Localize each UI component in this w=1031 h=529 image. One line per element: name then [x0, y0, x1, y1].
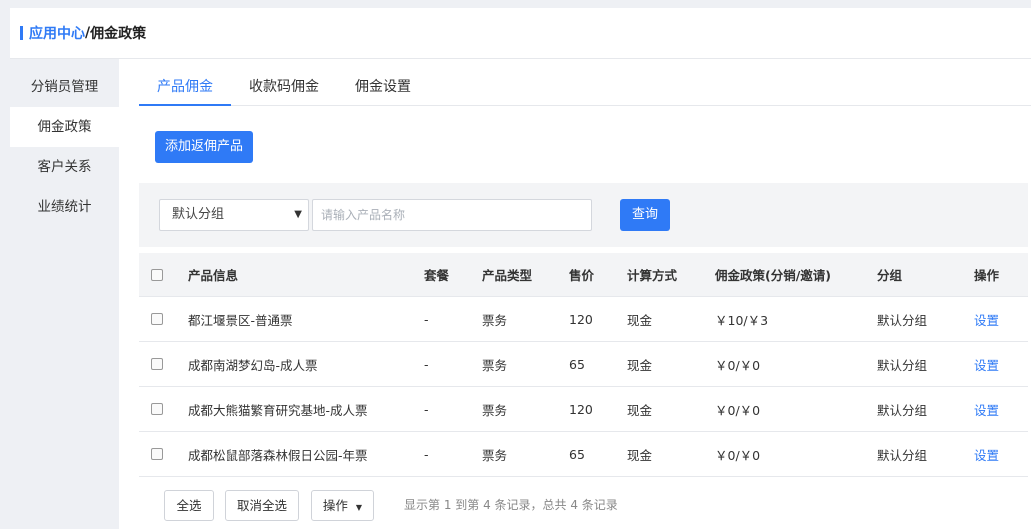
breadcrumb-parent[interactable]: 应用中心	[29, 23, 85, 43]
tab-product-commission[interactable]: 产品佣金	[139, 68, 231, 106]
row-settings-link[interactable]: 设置	[974, 432, 999, 476]
header-commission-policy: 佣金政策(分销/邀请)	[715, 268, 831, 283]
cell-price: 120	[569, 401, 593, 417]
group-select-value: 默认分组	[172, 207, 225, 222]
cell-commission: ￥0/￥0	[715, 447, 761, 463]
cell-calc-method: 现金	[627, 312, 653, 328]
cell-product-type: 票务	[482, 357, 508, 373]
pagination-summary: 显示第 1 到第 4 条记录，总共 4 条记录	[404, 498, 618, 512]
row-checkbox[interactable]	[151, 448, 163, 460]
table-row: 成都南湖梦幻岛-成人票 - 票务 65 现金 ￥0/￥0 默认分组 设置	[139, 342, 1028, 387]
deselect-all-button[interactable]: 取消全选	[225, 490, 299, 521]
cell-commission: ￥10/￥3	[715, 312, 769, 328]
sidebar: 分销员管理 佣金政策 客户关系 业绩统计	[10, 59, 119, 529]
query-button[interactable]: 查询	[620, 199, 670, 231]
cell-group: 默认分组	[877, 312, 928, 328]
cell-calc-method: 现金	[627, 357, 653, 373]
header-product-info: 产品信息	[188, 268, 239, 283]
sidebar-item-customer-relations[interactable]: 客户关系	[10, 147, 119, 187]
cell-group: 默认分组	[877, 447, 928, 463]
filter-bar: 默认分组 ▼ 查询	[139, 183, 1028, 247]
cell-product-type: 票务	[482, 402, 508, 418]
cell-product-name: 成都南湖梦幻岛-成人票	[188, 357, 318, 373]
product-table: 产品信息 套餐 产品类型 售价 计算方式 佣金政策(分销/邀请) 分组 操作 都…	[139, 253, 1028, 477]
sidebar-item-commission-policy[interactable]: 佣金政策	[10, 107, 119, 147]
header-package: 套餐	[424, 268, 450, 283]
caret-down-icon: ▼	[355, 503, 363, 512]
row-checkbox[interactable]	[151, 358, 163, 370]
cell-product-type: 票务	[482, 312, 508, 328]
cell-package: -	[424, 446, 429, 462]
row-checkbox[interactable]	[151, 403, 163, 415]
row-checkbox-cell	[151, 387, 163, 431]
sidebar-item-performance-stats[interactable]: 业绩统计	[10, 187, 119, 227]
header-product-type: 产品类型	[482, 268, 533, 283]
cell-price: 65	[569, 446, 585, 462]
cell-product-name: 成都松鼠部落森林假日公园-年票	[188, 447, 368, 463]
group-select[interactable]: 默认分组 ▼	[159, 199, 309, 231]
table-header-row: 产品信息 套餐 产品类型 售价 计算方式 佣金政策(分销/邀请) 分组 操作	[139, 253, 1028, 297]
select-all-checkbox[interactable]	[151, 268, 163, 281]
cell-package: -	[424, 356, 429, 372]
cell-calc-method: 现金	[627, 402, 653, 418]
row-settings-link[interactable]: 设置	[974, 387, 999, 431]
cell-product-name: 成都大熊猫繁育研究基地-成人票	[188, 402, 368, 418]
cell-price: 120	[569, 311, 593, 327]
table-row: 成都大熊猫繁育研究基地-成人票 - 票务 120 现金 ￥0/￥0 默认分组 设…	[139, 387, 1028, 432]
row-checkbox-cell	[151, 297, 163, 341]
cell-group: 默认分组	[877, 402, 928, 418]
operations-dropdown-button[interactable]: 操作 ▼	[311, 490, 374, 521]
header-price: 售价	[569, 268, 595, 283]
product-search-input[interactable]	[312, 199, 592, 231]
add-commission-product-button[interactable]: 添加返佣产品	[155, 131, 253, 163]
select-all-button[interactable]: 全选	[164, 490, 214, 521]
breadcrumb-marker	[20, 26, 23, 40]
tab-bar: 产品佣金 收款码佣金 佣金设置	[139, 68, 1031, 106]
table-row: 成都松鼠部落森林假日公园-年票 - 票务 65 现金 ￥0/￥0 默认分组 设置	[139, 432, 1028, 477]
row-checkbox-cell	[151, 432, 163, 476]
header-group: 分组	[877, 268, 903, 283]
cell-calc-method: 现金	[627, 447, 653, 463]
app-frame: 应用中心 / 佣金政策 分销员管理 佣金政策 客户关系 业绩统计 产品佣金 收款…	[10, 8, 1031, 529]
cell-package: -	[424, 311, 429, 327]
cell-commission: ￥0/￥0	[715, 402, 761, 418]
row-settings-link[interactable]: 设置	[974, 342, 999, 386]
sidebar-item-distributor-management[interactable]: 分销员管理	[10, 67, 119, 107]
cell-group: 默认分组	[877, 357, 928, 373]
header-checkbox-cell	[151, 253, 163, 296]
header-action: 操作	[974, 268, 1000, 283]
tab-qrcode-commission[interactable]: 收款码佣金	[231, 68, 337, 106]
main-content: 产品佣金 收款码佣金 佣金设置 添加返佣产品 默认分组 ▼ 查询 产品信息 套餐…	[119, 59, 1031, 529]
cell-price: 65	[569, 356, 585, 372]
row-checkbox[interactable]	[151, 313, 163, 325]
operations-label: 操作	[322, 498, 348, 513]
table-row: 都江堰景区-普通票 - 票务 120 现金 ￥10/￥3 默认分组 设置	[139, 297, 1028, 342]
page-title: 佣金政策	[90, 26, 147, 42]
tab-commission-settings[interactable]: 佣金设置	[337, 68, 429, 106]
caret-down-icon: ▼	[294, 209, 302, 220]
breadcrumb: 应用中心 / 佣金政策	[10, 8, 1031, 59]
row-checkbox-cell	[151, 342, 163, 386]
header-calc-method: 计算方式	[627, 268, 678, 283]
cell-product-type: 票务	[482, 447, 508, 463]
row-settings-link[interactable]: 设置	[974, 297, 999, 341]
cell-commission: ￥0/￥0	[715, 357, 761, 373]
cell-product-name: 都江堰景区-普通票	[188, 312, 293, 328]
cell-package: -	[424, 401, 429, 417]
